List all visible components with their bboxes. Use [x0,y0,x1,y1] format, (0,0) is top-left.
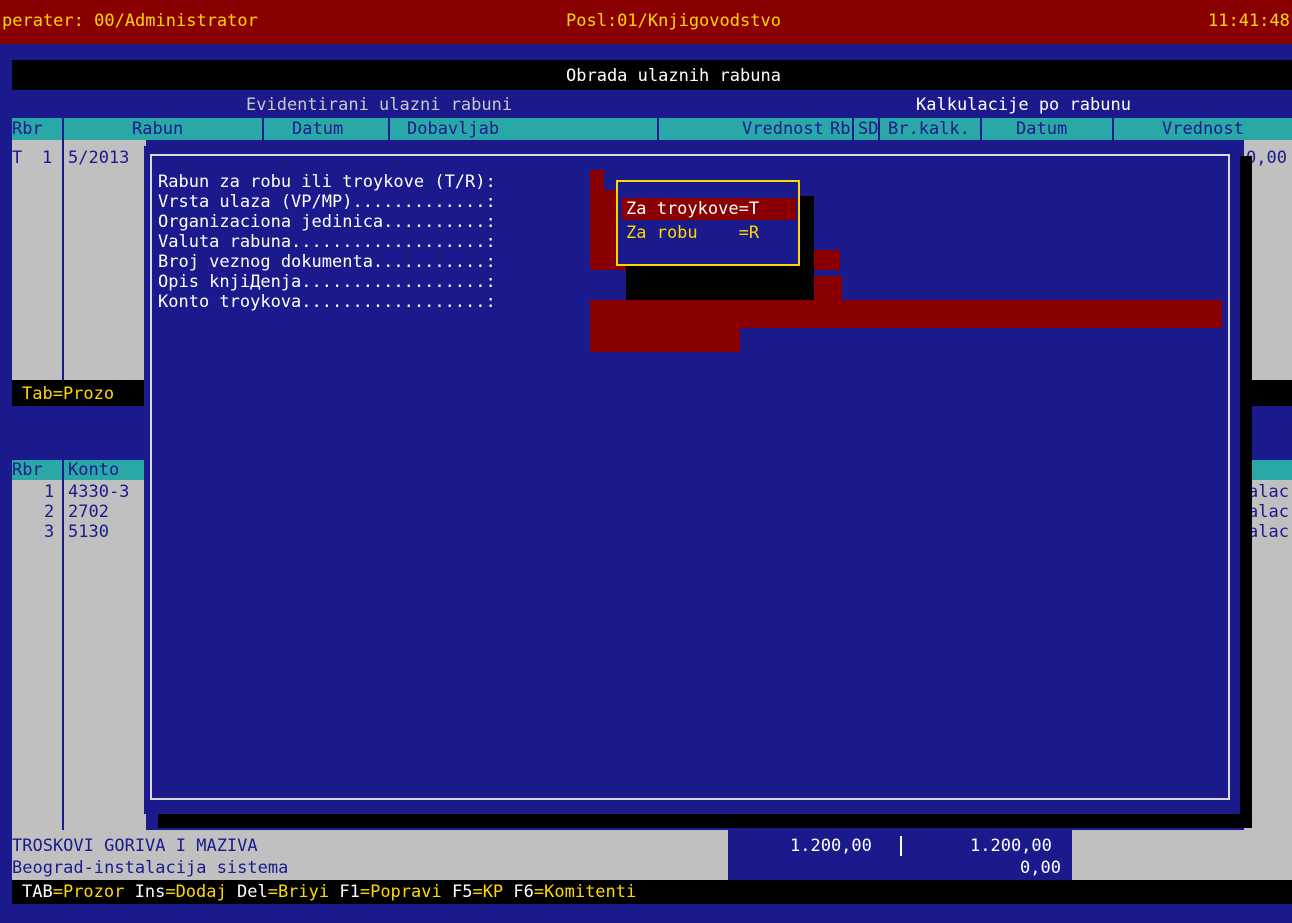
field-label-org: Organizaciona jedinica..........: [158,212,496,232]
popup-option-label: Za troykove=T [626,199,760,219]
stavke-header-konto: Konto [68,460,120,480]
tab-hint: Tab=Prozo [22,384,115,404]
calc-row-value: 0,00 [1246,148,1287,168]
stavke-header-rbr: Rbr [12,460,43,480]
stavke-list[interactable]: 1 4330-3 2 2702 3 5130 [12,480,146,830]
position-label: Posl:01/Knjigovodstvo [566,11,781,31]
header-dobavljac: Dobavljab [407,119,500,139]
info-right [1072,830,1292,880]
total-value: 1.200,00 [790,836,872,856]
hotkey-ins[interactable]: Ins [135,882,166,902]
dobavljac-name: TROSKOVI GORIVA I MAZIVA [12,836,258,856]
operator-label: perater: 00/Administrator [2,11,258,31]
konto-input[interactable] [590,328,740,352]
clock: 11:41:48 [1208,11,1290,31]
header-rb: Rb [830,119,851,139]
field-label-opis: Opis knjiДenja..................: [158,272,496,292]
stavka-rbr: 2 [44,502,55,522]
header-kalk-datum: Datum [1016,119,1068,139]
column-header: Rbr Rabun Datum Dobavljab Vrednost Rb SD… [12,118,1292,140]
tip-input[interactable] [590,170,604,190]
header-brkalk: Br.kalk. [888,119,970,139]
vrsta-input[interactable] [590,190,618,210]
field-label-konto: Konto troykova..................: [158,292,496,312]
left-panel-title: Evidentirani ulazni rabuni [246,95,513,115]
value-separator [900,836,902,856]
popup-option-troskovi[interactable]: Za troykove=T [622,198,796,220]
hotkey-del[interactable]: Del [237,882,268,902]
field-label-vrsta: Vrsta ulaza (VP/MP).............: [158,192,496,212]
popup-option-roba[interactable]: Za robu =R [622,222,796,244]
page-title: Obrada ulaznih rabuna [566,66,781,86]
hotkey-f5[interactable]: F5 [452,882,472,902]
dobavljac-desc: Beograd-instalacija sistema [12,858,289,878]
header-sd: SD [858,119,879,139]
right-panel-title: Kalkulacije po rabunu [916,95,1131,115]
header-rbr: Rbr [12,119,43,139]
hotkey-f6[interactable]: F6 [513,882,533,902]
header-kalk-vrednost: Vrednost [1162,119,1244,139]
field-label-broj: Broj veznog dokumenta...........: [158,252,496,272]
header-datum: Datum [292,119,344,139]
broj-input-tail [812,276,842,300]
stavka-rbr: 3 [44,522,55,542]
field-label-tip: Rabun za robu ili troykove (T/R): [158,172,496,192]
invoice-list[interactable]: T 1 5/2013 [12,140,146,380]
header-racun: Rabun [132,119,184,139]
stavka-tail: alac [1248,502,1289,522]
org-input[interactable] [590,210,618,230]
stavka-tail: alac [1248,482,1289,502]
hotkey-f1[interactable]: F1 [339,882,359,902]
stavka-tail: alac [1248,522,1289,542]
difference-value: 0,00 [1020,858,1061,878]
calc-total-value: 1.200,00 [970,836,1052,856]
hotkey-tab[interactable]: TAB [22,882,53,902]
field-label-valuta: Valuta rabuna...................: [158,232,496,252]
popup-option-label: Za robu =R [626,223,760,243]
row-racun: 5/2013 [68,148,130,168]
hotkeys: TAB=Prozor Ins=Dodaj Del=Briyi F1=Poprav… [22,882,637,902]
header-vrednost: Vrednost [742,119,824,139]
row-rbr: 1 [42,148,53,168]
stavka-konto: 5130 [68,522,109,542]
opis-input[interactable] [590,300,1222,328]
stavka-konto: 2702 [68,502,109,522]
stavke-header: Rbr Konto [12,460,146,480]
valuta-input[interactable] [590,230,618,250]
stavka-rbr: 1 [44,482,55,502]
stavka-konto: 4330-3 [68,482,130,502]
row-type: T [12,148,23,168]
